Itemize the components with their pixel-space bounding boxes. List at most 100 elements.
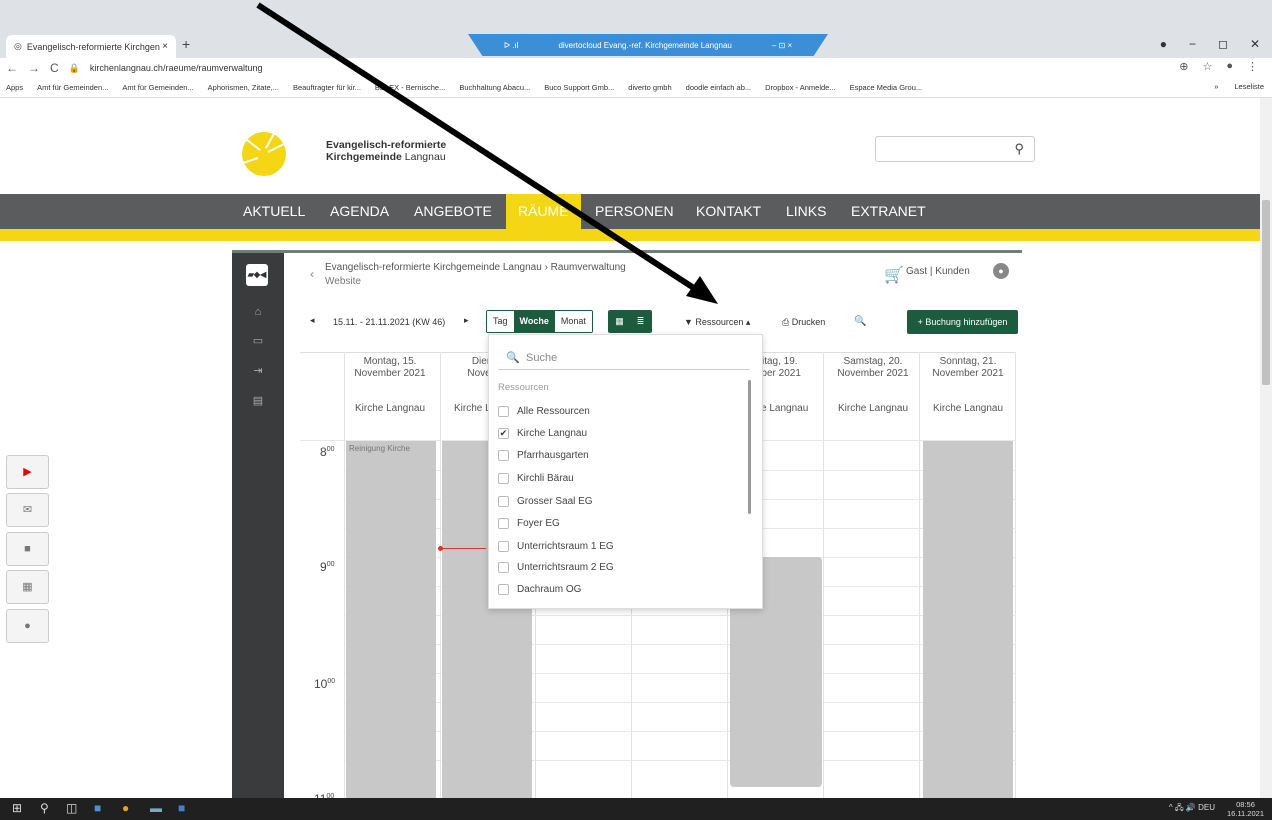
site-search-input[interactable]: ⚲ xyxy=(875,136,1035,162)
bookmark-item[interactable]: Apps xyxy=(6,83,23,92)
profile-avatar-icon[interactable]: ● xyxy=(1226,60,1233,73)
task-view-icon[interactable]: ◫ xyxy=(66,801,77,815)
browser-tab[interactable]: ◎ Evangelisch-reformierte Kirchgen × xyxy=(6,35,176,58)
resource-option[interactable]: Grosser Saal EG xyxy=(498,492,593,510)
square-icon[interactable]: ■ xyxy=(6,532,49,566)
bookmark-item[interactable]: BELEX - Bernische... xyxy=(375,83,445,92)
bookmark-item[interactable]: doodle einfach ab... xyxy=(686,83,751,92)
checkbox[interactable] xyxy=(498,405,509,417)
remote-controls[interactable]: – ⊡ × xyxy=(772,41,792,50)
site-logo[interactable] xyxy=(232,124,292,180)
calendar-event[interactable] xyxy=(923,441,1013,798)
bookmark-item[interactable]: diverto gmbh xyxy=(628,83,671,92)
nav-personen[interactable]: PERSONEN xyxy=(595,194,674,229)
checkbox[interactable] xyxy=(498,540,509,552)
user-label[interactable]: Gast | Kunden xyxy=(906,266,970,277)
bookmark-item[interactable]: Dropbox - Anmelde... xyxy=(765,83,835,92)
checkbox[interactable] xyxy=(498,495,509,507)
forward-icon[interactable]: → xyxy=(28,61,40,75)
bookmarks-more-button[interactable]: » xyxy=(1214,82,1218,91)
checkbox[interactable] xyxy=(498,561,509,573)
resource-option[interactable]: Pfarrhausgarten xyxy=(498,446,589,464)
bookmark-item[interactable]: Espace Media Grou... xyxy=(850,83,923,92)
page-scrollbar-thumb[interactable] xyxy=(1262,200,1270,385)
calendar-search-icon[interactable]: 🔍 xyxy=(854,316,866,327)
resource-option[interactable]: Unterrichtsraum 2 EG xyxy=(498,558,614,576)
resource-option[interactable]: Kirchli Bärau xyxy=(498,469,574,487)
print-button[interactable]: ⎙ Drucken xyxy=(782,317,825,328)
search-icon[interactable]: ⚲ xyxy=(1014,141,1024,157)
prev-week-button[interactable]: ◂ xyxy=(310,315,315,326)
next-week-button[interactable]: ▸ xyxy=(464,315,469,326)
checkbox[interactable] xyxy=(498,449,509,461)
file-explorer-icon[interactable]: ▬ xyxy=(150,801,162,815)
url-field[interactable]: kirchenlangnau.ch/raeume/raumverwaltung xyxy=(90,63,263,73)
reading-list-button[interactable]: Leseliste xyxy=(1234,82,1264,91)
close-window-button[interactable]: ✕ xyxy=(1250,37,1260,51)
nav-agenda[interactable]: AGENDA xyxy=(330,194,389,229)
back-icon[interactable]: ← xyxy=(6,61,18,75)
calendar-icon[interactable]: ▦ xyxy=(6,570,49,604)
bookmark-item[interactable]: Amt für Gemeinden... xyxy=(37,83,108,92)
breadcrumb-back[interactable]: ‹ xyxy=(310,267,314,281)
bookmark-item[interactable]: Amt für Gemeinden... xyxy=(122,83,193,92)
checkbox[interactable] xyxy=(498,583,509,595)
zoom-icon[interactable]: ⊕ xyxy=(1179,60,1188,73)
view-month-button[interactable]: Monat xyxy=(554,311,592,332)
view-day-button[interactable]: Tag xyxy=(487,311,514,332)
outlook-icon[interactable]: ■ xyxy=(94,801,101,815)
bookmark-item[interactable]: Buchhaltung Abacu... xyxy=(459,83,530,92)
nav-angebote[interactable]: ANGEBOTE xyxy=(414,194,492,229)
book-icon[interactable]: ▤ xyxy=(248,394,268,407)
cart-icon[interactable]: 🛒 xyxy=(884,265,904,285)
chrome-icon[interactable]: ● xyxy=(122,801,129,815)
bookmark-item[interactable]: Buco Support Gmb... xyxy=(544,83,614,92)
windows-start-icon[interactable]: ⊞ xyxy=(12,801,22,815)
add-booking-button[interactable]: + Buchung hinzufügen xyxy=(907,310,1018,334)
checkbox[interactable] xyxy=(498,472,509,484)
site-name[interactable]: Evangelisch-reformierte Kirchgemeinde La… xyxy=(326,139,446,163)
profile-dot-icon[interactable]: ● xyxy=(1160,37,1167,51)
nav-links[interactable]: LINKS xyxy=(786,194,826,229)
youtube-icon[interactable]: ▶ xyxy=(6,455,49,489)
calendar-icon[interactable]: ▭ xyxy=(248,334,268,347)
resource-option[interactable]: Foyer EG xyxy=(498,514,560,532)
resource-option[interactable]: Unterrichtsraum 1 EG xyxy=(498,537,614,555)
star-icon[interactable]: ☆ xyxy=(1202,60,1212,73)
checkbox[interactable] xyxy=(498,517,509,529)
login-icon[interactable]: ⇥ xyxy=(248,364,268,377)
clock[interactable]: 08:56 16.11.2021 xyxy=(1227,800,1264,818)
search-icon[interactable]: ⚲ xyxy=(40,801,49,815)
new-tab-button[interactable]: + xyxy=(182,36,190,52)
resource-option[interactable]: Dachraum OG xyxy=(498,580,581,598)
minimize-button[interactable]: − xyxy=(1189,37,1196,51)
resource-option[interactable]: Alle Ressourcen xyxy=(498,402,590,420)
breadcrumb-sub[interactable]: Website xyxy=(325,276,361,287)
maximize-button[interactable]: ◻ xyxy=(1218,37,1228,51)
calendar-layout-icon[interactable]: ▦ xyxy=(609,311,630,332)
tray-icons[interactable]: ^ 🖧 🔊 DEU xyxy=(1169,802,1215,816)
globe-icon[interactable]: ● xyxy=(6,609,49,643)
calendar-event[interactable] xyxy=(346,441,436,798)
menu-icon[interactable]: ⋮ xyxy=(1247,60,1258,73)
view-week-button[interactable]: Woche xyxy=(513,311,555,332)
nav-aktuell[interactable]: AKTUELL xyxy=(243,194,305,229)
tab-close-icon[interactable]: × xyxy=(162,41,168,52)
home-icon[interactable]: ⌂ xyxy=(248,306,268,318)
resource-search-input[interactable]: 🔍 Suche xyxy=(498,348,750,370)
bookmark-item[interactable]: Aphorismen, Zitate,... xyxy=(208,83,279,92)
resource-option[interactable]: ✔ Kirche Langnau xyxy=(498,424,587,442)
nav-extranet[interactable]: EXTRANET xyxy=(851,194,926,229)
checkbox-checked[interactable]: ✔ xyxy=(498,427,509,439)
resources-filter-button[interactable]: ▼ Ressourcen ▴ xyxy=(684,317,750,328)
reload-icon[interactable]: C xyxy=(50,61,59,75)
breadcrumb[interactable]: Evangelisch-reformierte Kirchgemeinde La… xyxy=(325,262,626,273)
user-icon[interactable]: ● xyxy=(993,263,1009,279)
nav-kontakt[interactable]: KONTAKT xyxy=(696,194,761,229)
bookmark-item[interactable]: Beauftragter für kir... xyxy=(293,83,361,92)
app-logo[interactable]: ▰◆◀ xyxy=(246,264,268,286)
dropdown-scrollbar[interactable] xyxy=(748,380,751,514)
nav-raeume[interactable]: RÄUME xyxy=(506,194,581,229)
word-icon[interactable]: ■ xyxy=(178,801,185,815)
mail-icon[interactable]: ✉ xyxy=(6,493,49,527)
